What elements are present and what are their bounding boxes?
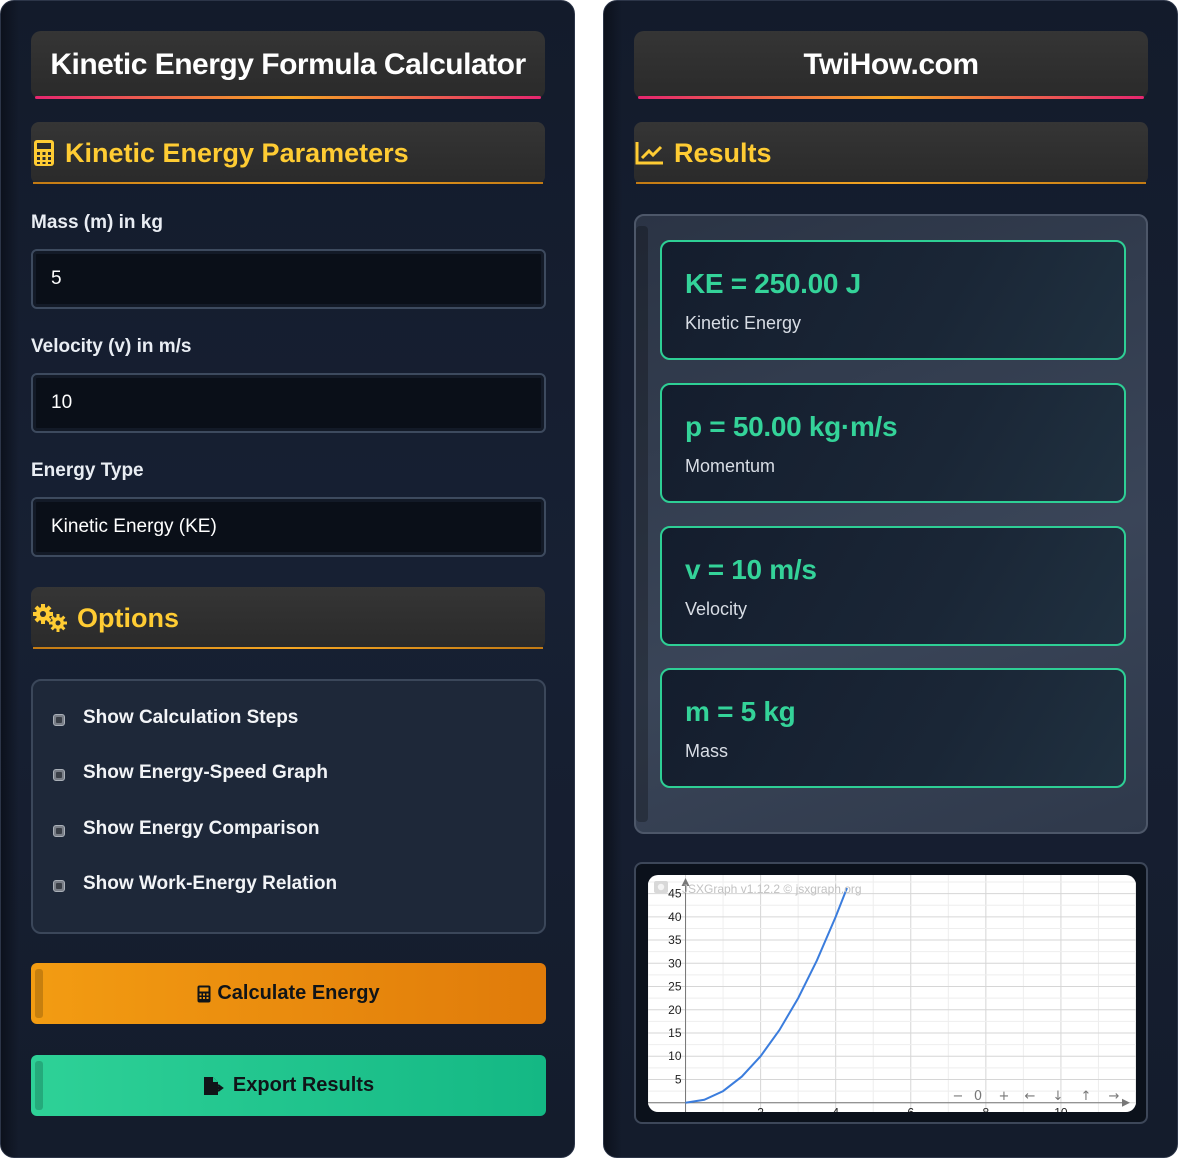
option-show-work-energy[interactable]: Show Work-Energy Relation	[53, 873, 337, 895]
option-label: Show Energy Comparison	[83, 818, 320, 839]
calculator-icon	[197, 985, 211, 1003]
graph-nav-control[interactable]: 0	[974, 1089, 982, 1104]
checkbox[interactable]	[53, 825, 65, 837]
site-title: TwiHow.com	[634, 31, 1148, 99]
y-tick-label: 30	[668, 956, 682, 970]
result-value: m = 5 kg	[685, 696, 796, 727]
option-label: Show Calculation Steps	[83, 707, 299, 728]
export-button[interactable]: Export Results	[31, 1055, 546, 1116]
chart-grid	[648, 875, 1136, 1112]
result-label: Kinetic Energy	[685, 313, 802, 333]
graph-nav-control[interactable]: +	[999, 1089, 1010, 1104]
mass-input[interactable]: 5	[31, 249, 546, 309]
y-tick-label: 20	[668, 1003, 682, 1017]
y-tick-label: 40	[668, 910, 682, 924]
result-label: Momentum	[685, 456, 776, 476]
x-tick-label: 2	[757, 1106, 764, 1112]
option-show-steps[interactable]: Show Calculation Steps	[53, 707, 298, 729]
calculate-button[interactable]: Calculate Energy	[31, 963, 546, 1024]
energy-type-select[interactable]: Kinetic Energy (KE)	[31, 497, 546, 557]
result-label: Mass	[685, 741, 729, 761]
result-value: v = 10 m/s	[685, 554, 817, 585]
checkbox[interactable]	[53, 769, 65, 781]
page-title: Kinetic Energy Formula Calculator	[31, 31, 545, 99]
x-axis-arrow	[1122, 1098, 1130, 1107]
velocity-label: Velocity (v) in m/s	[31, 336, 192, 357]
chart-series-line	[685, 887, 848, 1104]
graph-nav-control[interactable]: −	[953, 1089, 964, 1104]
y-tick-label: 5	[675, 1072, 682, 1086]
energy-type-label: Energy Type	[31, 460, 144, 481]
export-button-label: Export Results	[232, 1074, 375, 1096]
parameters-heading: Kinetic Energy Parameters	[31, 122, 545, 184]
mass-label: Mass (m) in kg	[31, 212, 163, 233]
y-tick-label: 25	[668, 980, 682, 994]
result-value: KE = 250.00 J	[685, 268, 861, 299]
option-label: Show Energy-Speed Graph	[83, 762, 328, 783]
checkbox[interactable]	[53, 880, 65, 892]
calculator-icon	[31, 138, 57, 168]
options-heading: Options	[31, 587, 545, 649]
result-card-momentum: p = 50.00 kg·m/s Momentum	[660, 383, 1126, 503]
results-heading: Results	[634, 122, 1148, 184]
option-label: Show Work-Energy Relation	[83, 873, 338, 894]
x-tick-label: 6	[907, 1106, 914, 1112]
parameters-heading-label: Kinetic Energy Parameters	[65, 137, 409, 168]
line-chart-icon	[634, 138, 666, 168]
velocity-input[interactable]: 10	[31, 373, 546, 433]
checkbox[interactable]	[53, 714, 65, 726]
option-show-comparison[interactable]: Show Energy Comparison	[53, 818, 319, 840]
x-tick-label: 10	[1054, 1106, 1068, 1112]
options-list: Show Calculation Steps Show Energy-Speed…	[31, 679, 546, 934]
chart-svg: 2 4 6 8 10 5 10 15 20 25 30 35 40 45 JSXGraph v1.12.2…	[648, 875, 1136, 1112]
y-tick-label: 10	[668, 1049, 682, 1063]
camera-lens	[657, 883, 665, 891]
results-panel: TwiHow.com Results KE = 250.00 J Kinetic…	[603, 0, 1178, 1158]
energy-speed-graph[interactable]: 2 4 6 8 10 5 10 15 20 25 30 35 40 45 JSXGraph v1.12.2…	[648, 875, 1136, 1112]
graph-credit: JSXGraph v1.12.2 © jsxgraph.org	[682, 882, 862, 896]
graph-nav-control[interactable]: ↑	[1081, 1089, 1092, 1104]
chart-axes	[648, 878, 1130, 1112]
file-export-icon	[203, 1076, 227, 1096]
calculator-panel: Kinetic Energy Formula Calculator Kineti…	[0, 0, 575, 1158]
gears-icon	[31, 603, 69, 633]
chart-ticks: 2 4 6 8 10 5 10 15 20 25 30 35 40 45	[668, 887, 1068, 1112]
option-show-graph[interactable]: Show Energy-Speed Graph	[53, 762, 328, 784]
graph-container: 2 4 6 8 10 5 10 15 20 25 30 35 40 45 JSXGraph v1.12.2…	[634, 862, 1148, 1124]
y-tick-label: 15	[668, 1026, 682, 1040]
result-card-kinetic-energy: KE = 250.00 J Kinetic Energy	[660, 240, 1126, 360]
y-tick-label: 35	[668, 933, 682, 947]
graph-nav-control[interactable]: →	[1109, 1089, 1120, 1104]
result-card-mass: m = 5 kg Mass	[660, 668, 1126, 788]
options-heading-label: Options	[77, 602, 179, 633]
graph-nav-control[interactable]: ←	[1025, 1089, 1036, 1104]
results-container: KE = 250.00 J Kinetic Energy p = 50.00 k…	[634, 214, 1148, 834]
calculate-button-label: Calculate Energy	[217, 982, 380, 1004]
x-tick-label: 4	[832, 1106, 839, 1112]
result-value: p = 50.00 kg·m/s	[685, 411, 898, 442]
result-card-velocity: v = 10 m/s Velocity	[660, 526, 1126, 646]
result-label: Velocity	[685, 599, 748, 619]
graph-nav-control[interactable]: ↓	[1053, 1089, 1064, 1104]
x-tick-label: 8	[983, 1106, 990, 1112]
results-heading-label: Results	[674, 137, 772, 168]
y-tick-label: 45	[668, 887, 682, 901]
